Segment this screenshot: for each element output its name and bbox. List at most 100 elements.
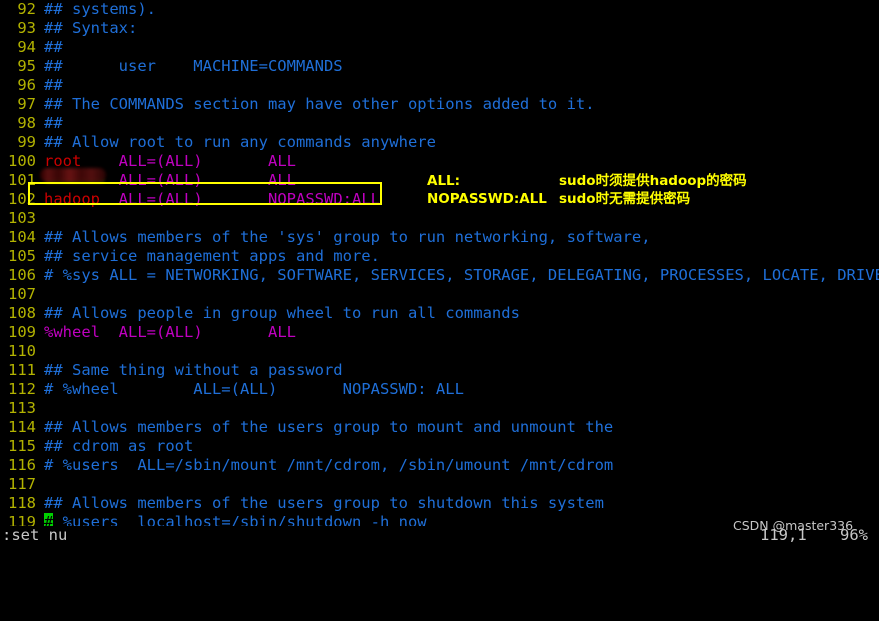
line-number: 110: [8, 342, 36, 360]
annotation-row: NOPASSWD:ALL sudo时无需提供密码: [427, 190, 747, 208]
code-token: # %sys ALL = NETWORKING, SOFTWARE, SERVI…: [44, 266, 879, 284]
line-number: 102: [8, 190, 36, 208]
editor-line[interactable]: 95 ## user MACHINE=COMMANDS: [0, 57, 879, 76]
code-token: ## Allows members of the users group to …: [44, 418, 614, 436]
annotation-key: NOPASSWD:ALL: [427, 191, 547, 207]
annotation-row: ALL: sudo时须提供hadoop的密码: [427, 172, 747, 190]
line-number: 116: [8, 456, 36, 474]
vim-status-line: :set nu 119,1 96%: [0, 526, 879, 545]
editor-line[interactable]: 118 ## Allows members of the users group …: [0, 494, 879, 513]
code-token: ALL=(ALL): [118, 323, 203, 341]
editor-line[interactable]: 105 ## service management apps and more.: [0, 247, 879, 266]
editor-line[interactable]: 108 ## Allows people in group wheel to ru…: [0, 304, 879, 323]
editor-line[interactable]: 110: [0, 342, 879, 361]
code-token: ## systems).: [44, 0, 156, 18]
code-token: # %users ALL=/sbin/mount /mnt/cdrom, /sb…: [44, 456, 614, 474]
terminal-window: 92 ## systems). 93 ## Syntax: 94 ## 95 ## user …: [0, 0, 879, 545]
redacted-username-blur: [40, 168, 106, 182]
vim-cursor-block: #: [44, 513, 54, 526]
code-token: ##: [44, 76, 63, 94]
code-token: ALL: [267, 171, 296, 189]
editor-line[interactable]: 103: [0, 209, 879, 228]
editor-line[interactable]: 97 ## The COMMANDS section may have other…: [0, 95, 879, 114]
code-token: NOPASSWD:ALL: [268, 190, 380, 208]
code-token: ## Syntax:: [44, 19, 138, 37]
code-token: hadoop: [44, 190, 100, 208]
line-number: 99: [17, 133, 36, 151]
editor-line[interactable]: 96 ##: [0, 76, 879, 95]
code-token: ## Allow root to run any commands anywhe…: [44, 133, 436, 151]
code-token: %wheel: [44, 323, 100, 341]
annotation-key: ALL:: [427, 173, 461, 189]
editor-line[interactable]: 112 # %wheel ALL=(ALL) NOPASSWD: ALL: [0, 380, 879, 399]
line-number: 92: [17, 0, 36, 18]
editor-line[interactable]: 98 ##: [0, 114, 879, 133]
code-token: ## Allows members of the 'sys' group to …: [44, 228, 651, 246]
line-number: 113: [8, 399, 36, 417]
code-token: ##: [44, 114, 63, 132]
code-token: ## Allows members of the users group to …: [44, 494, 604, 512]
line-number: 108: [8, 304, 36, 322]
code-token: ALL=(ALL): [118, 190, 203, 208]
code-token: ## cdrom as root: [44, 437, 194, 455]
line-number: 101: [8, 171, 36, 189]
editor-line[interactable]: 114 ## Allows members of the users group …: [0, 418, 879, 437]
line-number: 107: [8, 285, 36, 303]
line-number: 106: [8, 266, 36, 284]
editor-line[interactable]: 109 %wheel ALL=(ALL) ALL: [0, 323, 879, 342]
code-token: ## Same thing without a password: [44, 361, 343, 379]
annotation-value: sudo时无需提供密码: [559, 191, 691, 207]
code-token: ## service management apps and more.: [44, 247, 380, 265]
editor-line[interactable]: 92 ## systems).: [0, 0, 879, 19]
code-token: # %wheel ALL=(ALL) NOPASSWD: ALL: [44, 380, 464, 398]
line-number: 114: [8, 418, 36, 436]
line-number: 118: [8, 494, 36, 512]
code-token: ##: [44, 38, 63, 56]
editor-line[interactable]: 99 ## Allow root to run any commands anyw…: [0, 133, 879, 152]
line-number: 97: [17, 95, 36, 113]
editor-line[interactable]: 116 # %users ALL=/sbin/mount /mnt/cdrom, …: [0, 456, 879, 475]
code-token: ## user MACHINE=COMMANDS: [44, 57, 343, 75]
editor-line[interactable]: 113: [0, 399, 879, 418]
code-token: ## Allows people in group wheel to run a…: [44, 304, 520, 322]
editor-line[interactable]: 94 ##: [0, 38, 879, 57]
line-number: 104: [8, 228, 36, 246]
annotation-group: ALL: sudo时须提供hadoop的密码 NOPASSWD:ALL sudo时无需…: [427, 172, 747, 208]
line-number: 112: [8, 380, 36, 398]
annotation-value: sudo时须提供hadoop的密码: [559, 173, 747, 189]
editor-line[interactable]: 111 ## Same thing without a password: [0, 361, 879, 380]
line-number: 98: [17, 114, 36, 132]
editor-line[interactable]: 93 ## Syntax:: [0, 19, 879, 38]
code-token: ## The COMMANDS section may have other o…: [44, 95, 595, 113]
line-number: 96: [17, 76, 36, 94]
editor-line[interactable]: 115 ## cdrom as root: [0, 437, 879, 456]
line-number: 111: [8, 361, 36, 379]
editor-line[interactable]: 100 root ALL=(ALL) ALL: [0, 152, 879, 171]
line-number: 105: [8, 247, 36, 265]
line-number: 109: [8, 323, 36, 341]
editor-line[interactable]: 119 # %users localhost=/sbin/shutdown -h …: [0, 513, 879, 526]
cursor-position-indicator: 119,1: [760, 526, 807, 544]
code-token: %users localhost=/sbin/shutdown -h now: [53, 513, 427, 526]
file-percent-indicator: 96%: [840, 526, 868, 544]
code-token: ALL: [267, 152, 296, 170]
line-number: 103: [8, 209, 36, 227]
line-number: 117: [8, 475, 36, 493]
vim-text-area[interactable]: 92 ## systems). 93 ## Syntax: 94 ## 95 ## user …: [0, 0, 879, 526]
code-token: ALL: [268, 323, 296, 341]
line-number: 115: [8, 437, 36, 455]
editor-line[interactable]: 107: [0, 285, 879, 304]
line-number: 93: [17, 19, 36, 37]
line-number: 100: [8, 152, 36, 170]
editor-line[interactable]: 117: [0, 475, 879, 494]
editor-line[interactable]: 104 ## Allows members of the 'sys' group …: [0, 228, 879, 247]
code-token: ALL=(ALL): [118, 171, 203, 189]
code-token: ALL=(ALL): [118, 152, 203, 170]
line-number: 95: [17, 57, 36, 75]
editor-line[interactable]: 106 # %sys ALL = NETWORKING, SOFTWARE, SE…: [0, 266, 879, 285]
